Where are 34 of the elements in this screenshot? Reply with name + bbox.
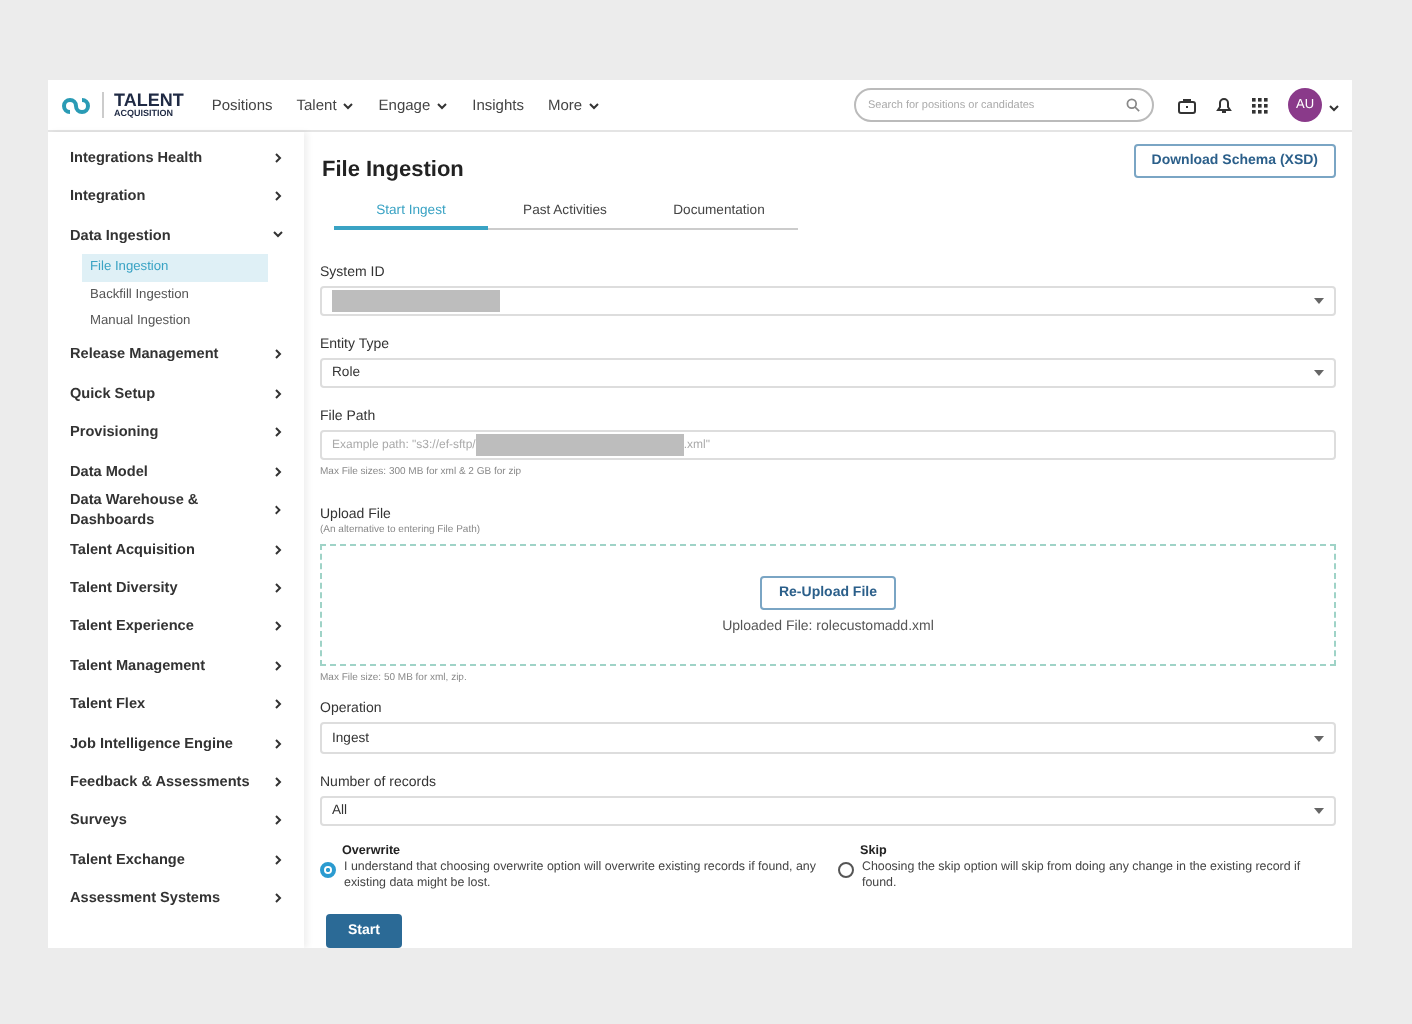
caret-icon [1314, 370, 1324, 377]
chevron-right-icon [272, 387, 284, 400]
chevron-right-icon [272, 151, 284, 164]
brand-name: TALENT [114, 91, 184, 110]
caret-icon [1314, 298, 1324, 305]
page-title: File Ingestion [322, 158, 464, 182]
caret-icon [1314, 735, 1324, 741]
grid-icon[interactable] [1252, 97, 1268, 113]
chevron-right-icon [272, 775, 284, 788]
chevron-right-icon [272, 892, 284, 905]
chevron-right-icon [272, 190, 284, 203]
radio-button[interactable] [838, 861, 854, 878]
caret-icon [1314, 807, 1324, 814]
chevron-right-icon [272, 814, 284, 827]
chevron-right-icon [272, 426, 284, 439]
briefcase-icon[interactable] [1178, 97, 1196, 113]
chevron-down-icon [588, 99, 601, 111]
chevron-right-icon [272, 348, 284, 361]
chevron-right-icon [272, 737, 284, 750]
chevron-right-icon [272, 504, 284, 517]
chevron-right-icon [272, 853, 284, 866]
chevron-down-icon [272, 228, 284, 241]
chevron-down-icon [1328, 101, 1340, 113]
chevron-right-icon [272, 582, 284, 594]
chevron-right-icon [272, 698, 284, 711]
chevron-right-icon [272, 543, 284, 556]
search-icon [1126, 98, 1140, 112]
chevron-right-icon [272, 465, 284, 478]
radio-button[interactable] [320, 861, 336, 878]
chevron-down-icon [436, 99, 449, 111]
bell-icon[interactable] [1216, 96, 1232, 114]
chevron-right-icon [272, 620, 284, 633]
chevron-right-icon [272, 659, 284, 672]
chevron-down-icon [342, 99, 355, 111]
